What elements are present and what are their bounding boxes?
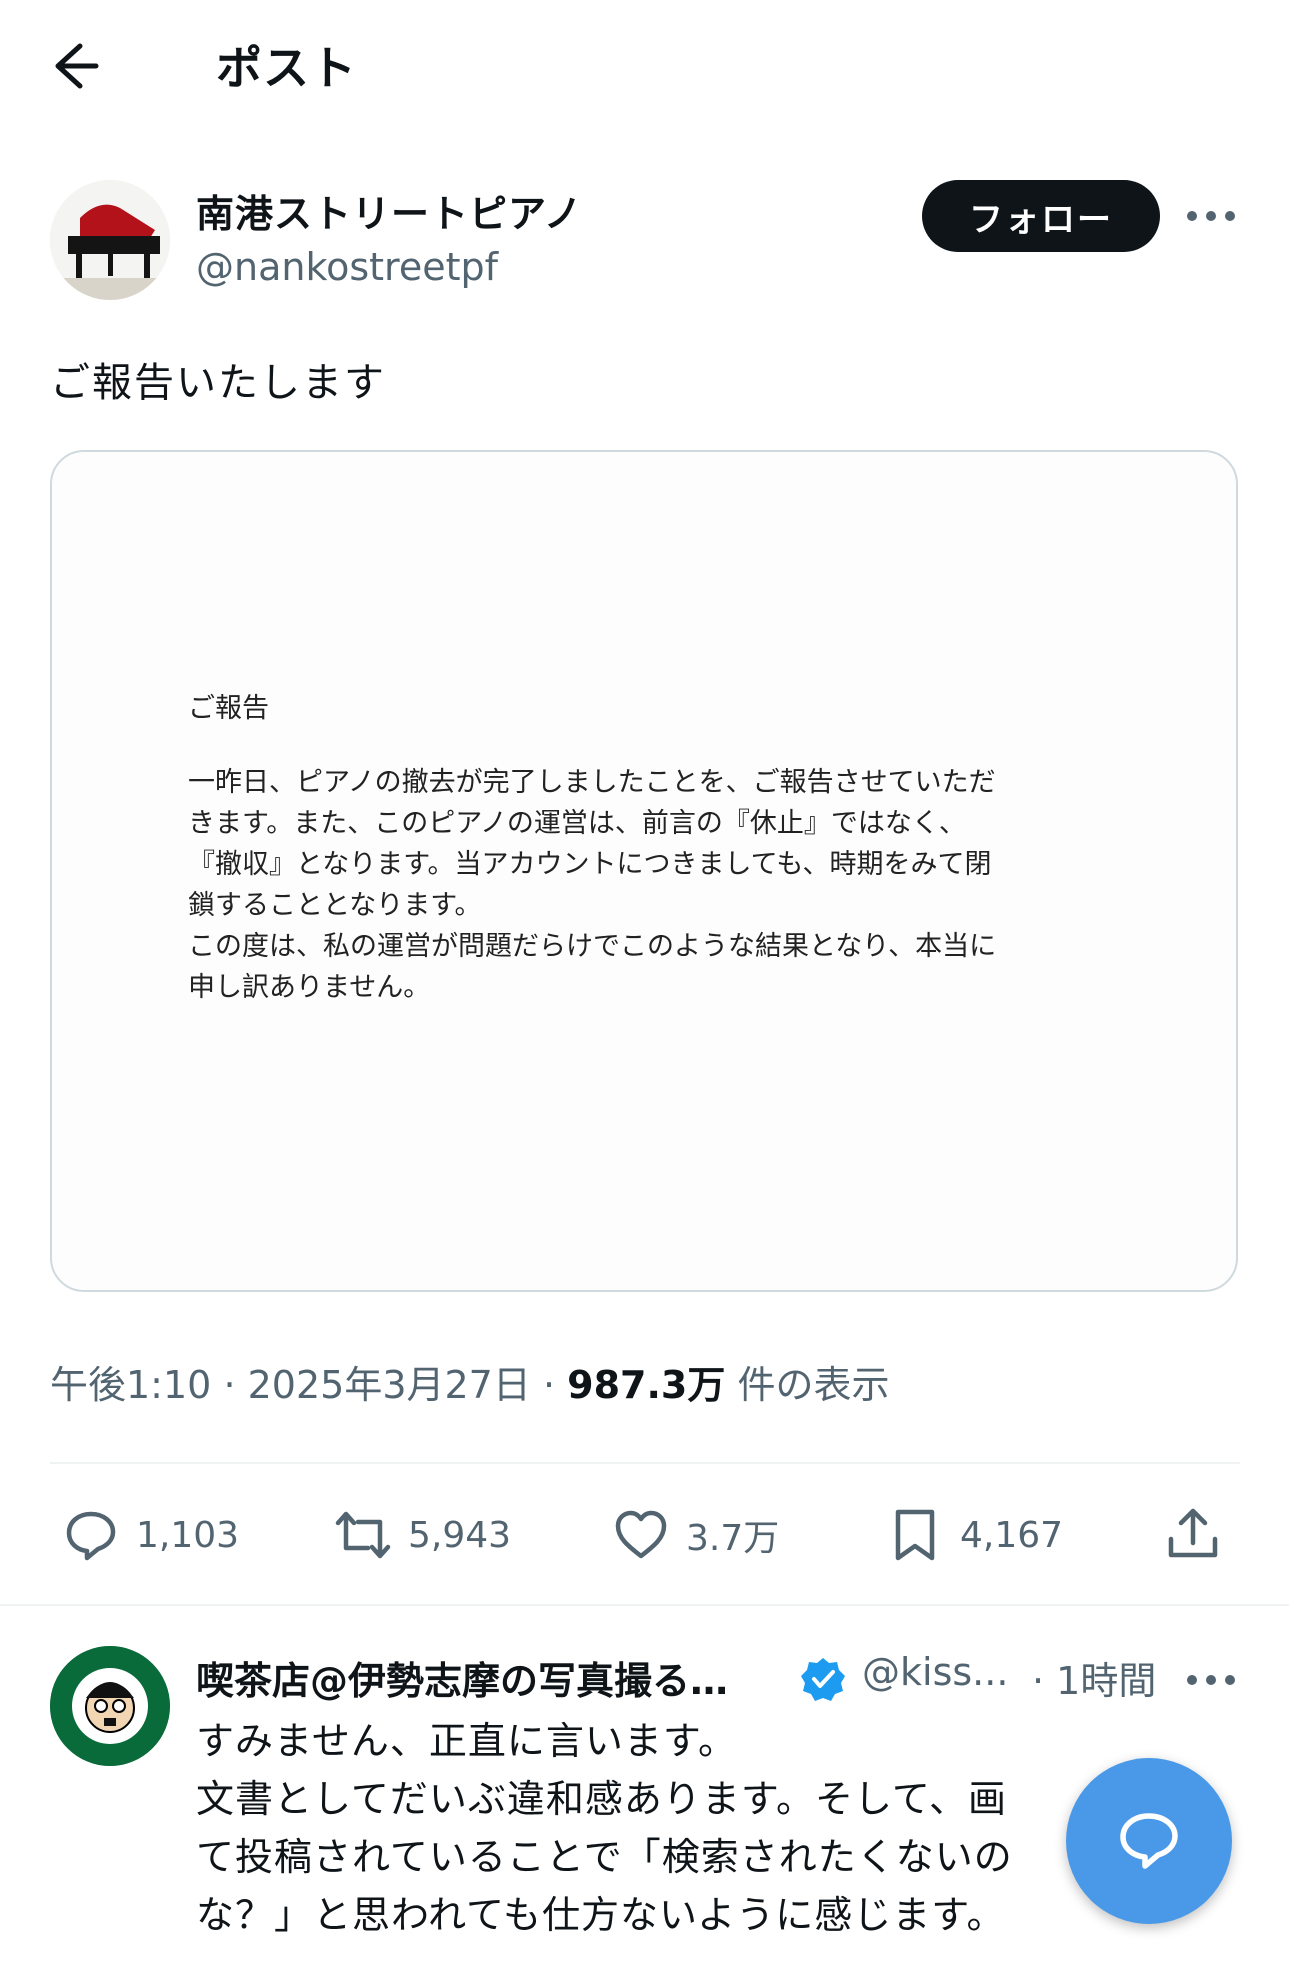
author-handle[interactable]: @nankostreetpf xyxy=(196,245,498,289)
verified-icon xyxy=(801,1658,845,1701)
reply-count: 1,103 xyxy=(136,1514,240,1556)
bookmark-count: 4,167 xyxy=(960,1514,1064,1556)
post-meta: 午後1:10 · 2025年3月27日 · 987.3万 件の表示 xyxy=(50,1354,889,1409)
author-name[interactable]: 南港ストリートピアノ xyxy=(196,183,583,238)
reply-time: · 1時間 xyxy=(1032,1659,1157,1703)
more-icon xyxy=(1187,1675,1235,1685)
follow-button[interactable]: フォロー xyxy=(922,180,1160,252)
post-text: ご報告いたします xyxy=(50,360,386,406)
more-icon xyxy=(1187,211,1235,221)
back-button[interactable] xyxy=(46,40,106,92)
repost-button[interactable]: 5,943 xyxy=(334,1505,511,1565)
document-title: ご報告 xyxy=(188,693,269,724)
reply-avatar[interactable] xyxy=(50,1646,170,1766)
divider xyxy=(0,1604,1289,1606)
view-count[interactable]: 987.3万 xyxy=(567,1363,725,1407)
avatar[interactable] xyxy=(50,180,170,300)
share-icon xyxy=(1168,1508,1218,1558)
compose-icon xyxy=(1120,1813,1178,1869)
bookmark-icon xyxy=(895,1509,935,1561)
attached-image[interactable]: ご報告 一昨日、ピアノの撤去が完了しましたことを、ご報告させていただ きます。ま… xyxy=(50,450,1238,1292)
document-body: 一昨日、ピアノの撤去が完了しましたことを、ご報告させていただ きます。また、この… xyxy=(188,767,997,1003)
like-icon xyxy=(615,1510,667,1559)
bookmark-button[interactable]: 4,167 xyxy=(886,1505,1063,1565)
compose-reply-button[interactable] xyxy=(1066,1758,1232,1924)
reply-icon xyxy=(66,1511,116,1561)
piano-avatar-image xyxy=(50,180,170,300)
post-time: 午後1:10 xyxy=(50,1363,212,1407)
meta-separator: · xyxy=(223,1363,236,1407)
repost-icon xyxy=(335,1511,391,1559)
post-date: 2025年3月27日 xyxy=(247,1363,531,1407)
reply-author-handle[interactable]: @kiss... xyxy=(862,1650,1008,1694)
reply-more-options-button[interactable] xyxy=(1180,1660,1242,1700)
like-button[interactable]: 3.7万 xyxy=(612,1505,779,1565)
view-count-label: 件の表示 xyxy=(737,1363,890,1407)
repost-count: 5,943 xyxy=(408,1514,512,1556)
back-arrow-icon xyxy=(55,43,99,89)
coffee-shop-logo-image xyxy=(50,1646,170,1766)
share-button[interactable] xyxy=(1164,1505,1222,1563)
more-options-button[interactable] xyxy=(1180,196,1242,236)
meta-separator: · xyxy=(542,1363,556,1407)
divider xyxy=(50,1462,1240,1464)
like-count: 3.7万 xyxy=(686,1518,780,1559)
page-title: ポスト xyxy=(216,41,357,95)
reply-author-name[interactable]: 喫茶店@伊勢志摩の写真撮る… xyxy=(196,1650,728,1705)
reply-button[interactable]: 1,103 xyxy=(62,1505,239,1565)
verified-badge xyxy=(800,1656,846,1702)
